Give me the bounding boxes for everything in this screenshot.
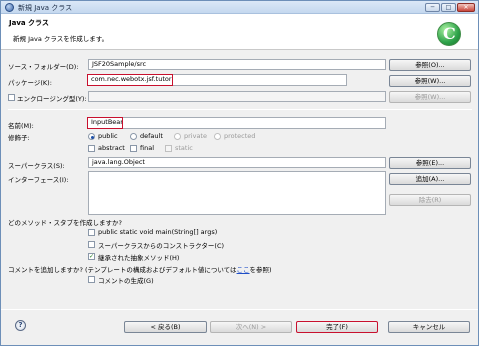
add-interface-button[interactable]: 追加(A)... (389, 173, 471, 185)
section-divider (8, 109, 472, 110)
generate-comments-label: コメントの生成(G) (98, 277, 154, 285)
title-bar[interactable]: 新規 Java クラス ─ □ ✕ (1, 1, 478, 14)
class-name-field-rest[interactable] (123, 117, 386, 129)
source-folder-field[interactable]: JSF20Sample/src (88, 59, 386, 70)
constructors-checkbox[interactable] (88, 241, 95, 248)
static-label: static (175, 144, 193, 152)
abstract-checkbox[interactable] (88, 145, 95, 152)
next-button[interactable]: 次へ(N) > (210, 321, 292, 333)
abstract-label: abstract (98, 144, 125, 152)
main-method-checkbox[interactable] (88, 229, 95, 236)
minimize-icon[interactable]: ─ (425, 3, 440, 12)
java-class-wizard-icon: C (437, 22, 461, 46)
package-field[interactable]: com.nec.webotx.jsf.tutorial (87, 74, 173, 86)
default-label: default (140, 132, 163, 140)
help-icon[interactable]: ? (15, 320, 26, 331)
superclass-label: スーパークラス(S): (8, 162, 65, 170)
dialog-window: 新規 Java クラス ─ □ ✕ Java クラス 新規 Java クラスを作… (0, 0, 479, 346)
protected-radio[interactable] (214, 133, 221, 140)
private-radio[interactable] (174, 133, 181, 140)
close-icon[interactable]: ✕ (457, 3, 475, 12)
maximize-icon[interactable]: □ (441, 3, 456, 12)
finish-button[interactable]: 完了(F) (296, 321, 378, 333)
wizard-header: Java クラス 新規 Java クラスを作成します。 C (1, 14, 478, 50)
comments-question-suffix: を参照) (249, 266, 272, 274)
class-name-field[interactable]: InputBean (87, 117, 123, 129)
page-title: Java クラス (9, 19, 49, 27)
protected-label: protected (224, 132, 256, 140)
comments-question-prefix: コメントを追加しますか? (テンプレートの構成およびデフォルト値については (8, 266, 237, 274)
generate-comments-checkbox[interactable] (88, 276, 95, 283)
main-method-label: public static void main(String[] args) (98, 228, 218, 236)
constructors-label: スーパークラスからのコンストラクター(C) (98, 242, 225, 250)
interfaces-list[interactable] (88, 171, 386, 215)
browse-superclass-button[interactable]: 参照(E)... (389, 157, 471, 169)
comments-question: コメントを追加しますか? (テンプレートの構成およびデフォルト値についてはここを… (8, 264, 272, 274)
static-checkbox[interactable] (165, 145, 172, 152)
templates-link[interactable]: ここ (237, 266, 250, 274)
browse-source-folder-button[interactable]: 参照(O)... (389, 59, 471, 71)
package-label: パッケージ(K): (8, 79, 52, 87)
remove-interface-button[interactable]: 除去(R) (389, 194, 471, 206)
public-label: public (98, 132, 118, 140)
final-checkbox[interactable] (130, 145, 137, 152)
back-button[interactable]: < 戻る(B) (124, 321, 207, 333)
modifiers-label: 修飾子: (8, 134, 30, 142)
inherited-methods-checkbox[interactable]: ✓ (88, 253, 95, 260)
inherited-methods-label: 継承された抽象メソッド(H) (98, 254, 180, 262)
source-folder-label: ソース・フォルダー(D): (8, 63, 79, 71)
enclosing-type-field[interactable] (88, 91, 386, 102)
enclosing-type-label: エンクロージング型(Y): (17, 95, 87, 103)
name-label: 名前(M): (8, 122, 34, 130)
enclosing-type-checkbox[interactable] (8, 94, 15, 101)
stubs-question: どのメソッド・スタブを作成しますか? (8, 219, 122, 227)
cancel-button[interactable]: キャンセル (388, 321, 470, 333)
browse-package-button[interactable]: 参照(W)... (389, 75, 471, 87)
public-radio[interactable] (88, 133, 95, 140)
package-field-rest[interactable] (173, 74, 347, 86)
superclass-field[interactable]: java.lang.Object (88, 157, 386, 168)
window-title: 新規 Java クラス (18, 4, 73, 12)
app-icon (5, 3, 14, 12)
final-label: final (140, 144, 155, 152)
default-radio[interactable] (130, 133, 137, 140)
private-label: private (184, 132, 207, 140)
footer-divider (1, 309, 478, 310)
page-subtitle: 新規 Java クラスを作成します。 (13, 35, 109, 43)
interfaces-label: インターフェース(I): (8, 176, 69, 184)
browse-enclosing-type-button[interactable]: 参照(W)... (389, 91, 471, 103)
